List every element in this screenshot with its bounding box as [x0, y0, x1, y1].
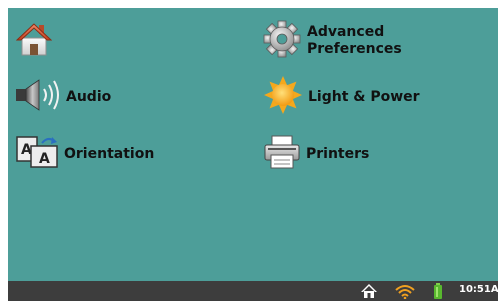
printers-button[interactable]: Printers — [263, 135, 369, 173]
clock-text: 10:51A — [459, 284, 498, 295]
audio-label: Audio — [66, 88, 112, 105]
light-power-button[interactable]: Light & Power — [264, 75, 420, 119]
desktop-screen: Audio A A Orientation Advanced Preferenc… — [8, 8, 498, 301]
svg-text:A: A — [39, 151, 50, 167]
orientation-button[interactable]: A A Orientation — [16, 135, 154, 173]
light-power-label: Light & Power — [308, 88, 420, 105]
printer-icon — [263, 135, 301, 173]
sun-icon — [264, 75, 302, 119]
gear-icon — [263, 20, 301, 62]
taskbar-home-icon[interactable] — [360, 283, 378, 301]
home-button[interactable] — [15, 22, 53, 60]
wifi-icon[interactable] — [394, 283, 416, 301]
printers-label: Printers — [306, 145, 370, 162]
advanced-preferences-button[interactable]: Advanced Preferences — [263, 20, 402, 62]
audio-button[interactable]: Audio — [14, 78, 111, 116]
speaker-icon — [14, 78, 62, 116]
battery-icon[interactable] — [433, 283, 443, 301]
home-icon — [15, 22, 53, 60]
taskbar: 10:51A — [8, 281, 498, 301]
orientation-icon: A A — [16, 135, 60, 173]
advanced-preferences-label: Advanced Preferences — [307, 24, 402, 57]
orientation-label: Orientation — [64, 145, 155, 162]
